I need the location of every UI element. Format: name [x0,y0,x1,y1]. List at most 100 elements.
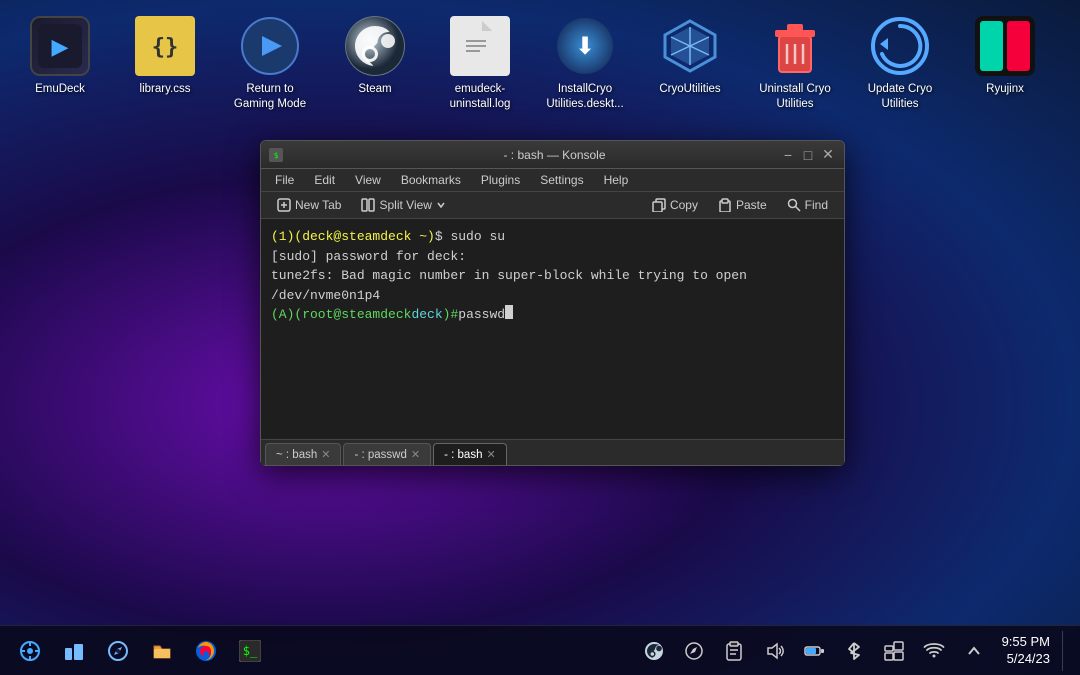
tray-wifi-icon[interactable] [918,635,950,667]
konsole-splitview-btn[interactable]: Split View [353,195,453,215]
taskbar-files-btn[interactable] [142,631,182,671]
taskbar-firefox-btn[interactable] [186,631,226,671]
tray-expand-icon[interactable] [958,635,990,667]
konsole-copy-btn[interactable]: Copy [644,195,706,215]
desktop-icon-uninstall[interactable]: Uninstall CryoUtilities [745,8,845,120]
konsole-paste-btn[interactable]: Paste [710,195,775,215]
steam-label: Steam [358,82,391,97]
installcryo-icon-img: ⬇ [555,16,615,76]
find-icon [787,198,801,212]
tray-wifi-svg [923,641,945,661]
konsole-tab-bash2-close[interactable]: ✕ [486,448,495,461]
taskbar-panel-btn[interactable] [54,631,94,671]
file-icon-img [450,16,510,76]
firefox-icon [194,639,218,663]
konsole-title-spacer: $ [269,148,329,162]
term-line-4: (A)(root@steamdeck deck)# passwd [271,305,834,325]
term-line-1: (1)(deck@steamdeck ~)$ sudo su [271,227,834,247]
konsole-tab-bash2-label: - : bash [444,449,482,461]
tray-steam-svg [643,640,665,662]
discover-icon [107,640,129,662]
tray-bluetooth-icon[interactable] [838,635,870,667]
konsole-tab-bash1-label: ~ : bash [276,449,317,461]
cryoutil-icon-img [660,16,720,76]
konsole-menu-help[interactable]: Help [594,169,639,191]
tray-discover-icon[interactable] [678,635,710,667]
taskbar-right: 9:55 PM 5/24/23 [638,631,1070,671]
desktop-icon-ryujinx[interactable]: Ryujinx [955,8,1055,105]
newtab-icon [277,198,291,212]
desktop: ▶ EmuDeck {} library.css [0,0,1080,625]
konsole-tab-bash1[interactable]: ~ : bash ✕ [265,443,341,465]
konsole-menubar: File Edit View Bookmarks Plugins Setting… [261,169,844,192]
desktop-icon-cryoutil[interactable]: CryoUtilities [640,8,740,105]
konsole-maximize-btn[interactable]: □ [800,147,816,163]
desktop-icons-row: ▶ EmuDeck {} library.css [0,0,1080,128]
desktop-icon-gaming[interactable]: Return toGaming Mode [220,8,320,120]
cryoutil-label: CryoUtilities [659,82,720,97]
konsole-tab-passwd-close[interactable]: ✕ [411,448,420,461]
taskbar: $_ [0,625,1080,675]
konsole-find-btn[interactable]: Find [779,195,836,215]
desktop-icon-updatecryo[interactable]: Update CryoUtilities [850,8,950,120]
desktop-icon-emudeck[interactable]: ▶ EmuDeck [10,8,110,105]
konsole-menu-settings[interactable]: Settings [530,169,593,191]
updatecryo-label: Update CryoUtilities [868,82,933,112]
desktop-icon-librarycss[interactable]: {} library.css [115,8,215,105]
ryujinx-icon-img [975,16,1035,76]
konsole-terminal[interactable]: (1)(deck@steamdeck ~)$ sudo su [sudo] pa… [261,219,844,439]
konsole-menu-view[interactable]: View [345,169,391,191]
tray-clipboard-icon[interactable] [718,635,750,667]
uninstall-label: Uninstall CryoUtilities [759,82,831,112]
terminal-cursor [505,305,513,319]
installcryo-label: InstallCryoUtilities.deskt... [546,82,623,112]
splitview-icon [361,198,375,212]
steam-icon-img [345,16,405,76]
copy-label: Copy [670,198,698,212]
konsole-tab-passwd[interactable]: - : passwd ✕ [343,443,431,465]
tray-battery-svg [804,641,824,661]
desktop-icon-installcryo[interactable]: ⬇ InstallCryoUtilities.deskt... [535,8,635,120]
term-line-3: tune2fs: Bad magic number in super-block… [271,266,834,305]
taskbar-apps-btn[interactable] [10,631,50,671]
splitview-dropdown-icon [436,200,446,210]
konsole-toolbar: New Tab Split View Copy [261,192,844,219]
tray-discover-svg [684,641,704,661]
clock-date: 5/24/23 [1002,651,1050,668]
updatecryo-icon-img [870,16,930,76]
svg-text:{}: {} [152,35,179,60]
term-line-2: [sudo] password for deck: [271,247,834,267]
terminal-title-icon: $ [269,148,283,162]
librarycss-icon-img: {} [135,16,195,76]
tray-volume-icon[interactable] [758,635,790,667]
log-label: emudeck-uninstall.log [450,82,511,112]
konsole-menu-plugins[interactable]: Plugins [471,169,530,191]
konsole-tab-bash2[interactable]: - : bash ✕ [433,443,507,465]
konsole-window: $ - : bash — Konsole − □ ✕ File Edit Vie… [260,140,845,466]
konsole-newtab-btn[interactable]: New Tab [269,195,349,215]
apps-icon [19,640,41,662]
konsole-tab-passwd-label: - : passwd [354,449,406,461]
taskbar-clock[interactable]: 9:55 PM 5/24/23 [998,634,1054,668]
librarycss-label: library.css [140,82,191,97]
taskbar-discover-btn[interactable] [98,631,138,671]
desktop-icon-steam[interactable]: Steam [325,8,425,105]
konsole-close-btn[interactable]: ✕ [820,147,836,163]
konsole-icon: $_ [239,640,261,662]
emudeck-icon-img: ▶ [30,16,90,76]
konsole-menu-edit[interactable]: Edit [304,169,345,191]
files-icon [151,640,173,662]
paste-icon [718,198,732,212]
svg-text:▶: ▶ [52,34,69,59]
desktop-icon-log[interactable]: emudeck-uninstall.log [430,8,530,120]
konsole-minimize-btn[interactable]: − [780,147,796,163]
konsole-tab-bash1-close[interactable]: ✕ [321,448,330,461]
taskbar-show-desktop-btn[interactable] [1062,631,1070,671]
tray-notifications-icon[interactable] [878,635,910,667]
tray-battery-icon[interactable] [798,635,830,667]
konsole-menu-file[interactable]: File [265,169,304,191]
tray-volume-svg [764,641,784,661]
tray-steam-icon[interactable] [638,635,670,667]
taskbar-konsole-btn[interactable]: $_ [230,631,270,671]
konsole-menu-bookmarks[interactable]: Bookmarks [391,169,471,191]
